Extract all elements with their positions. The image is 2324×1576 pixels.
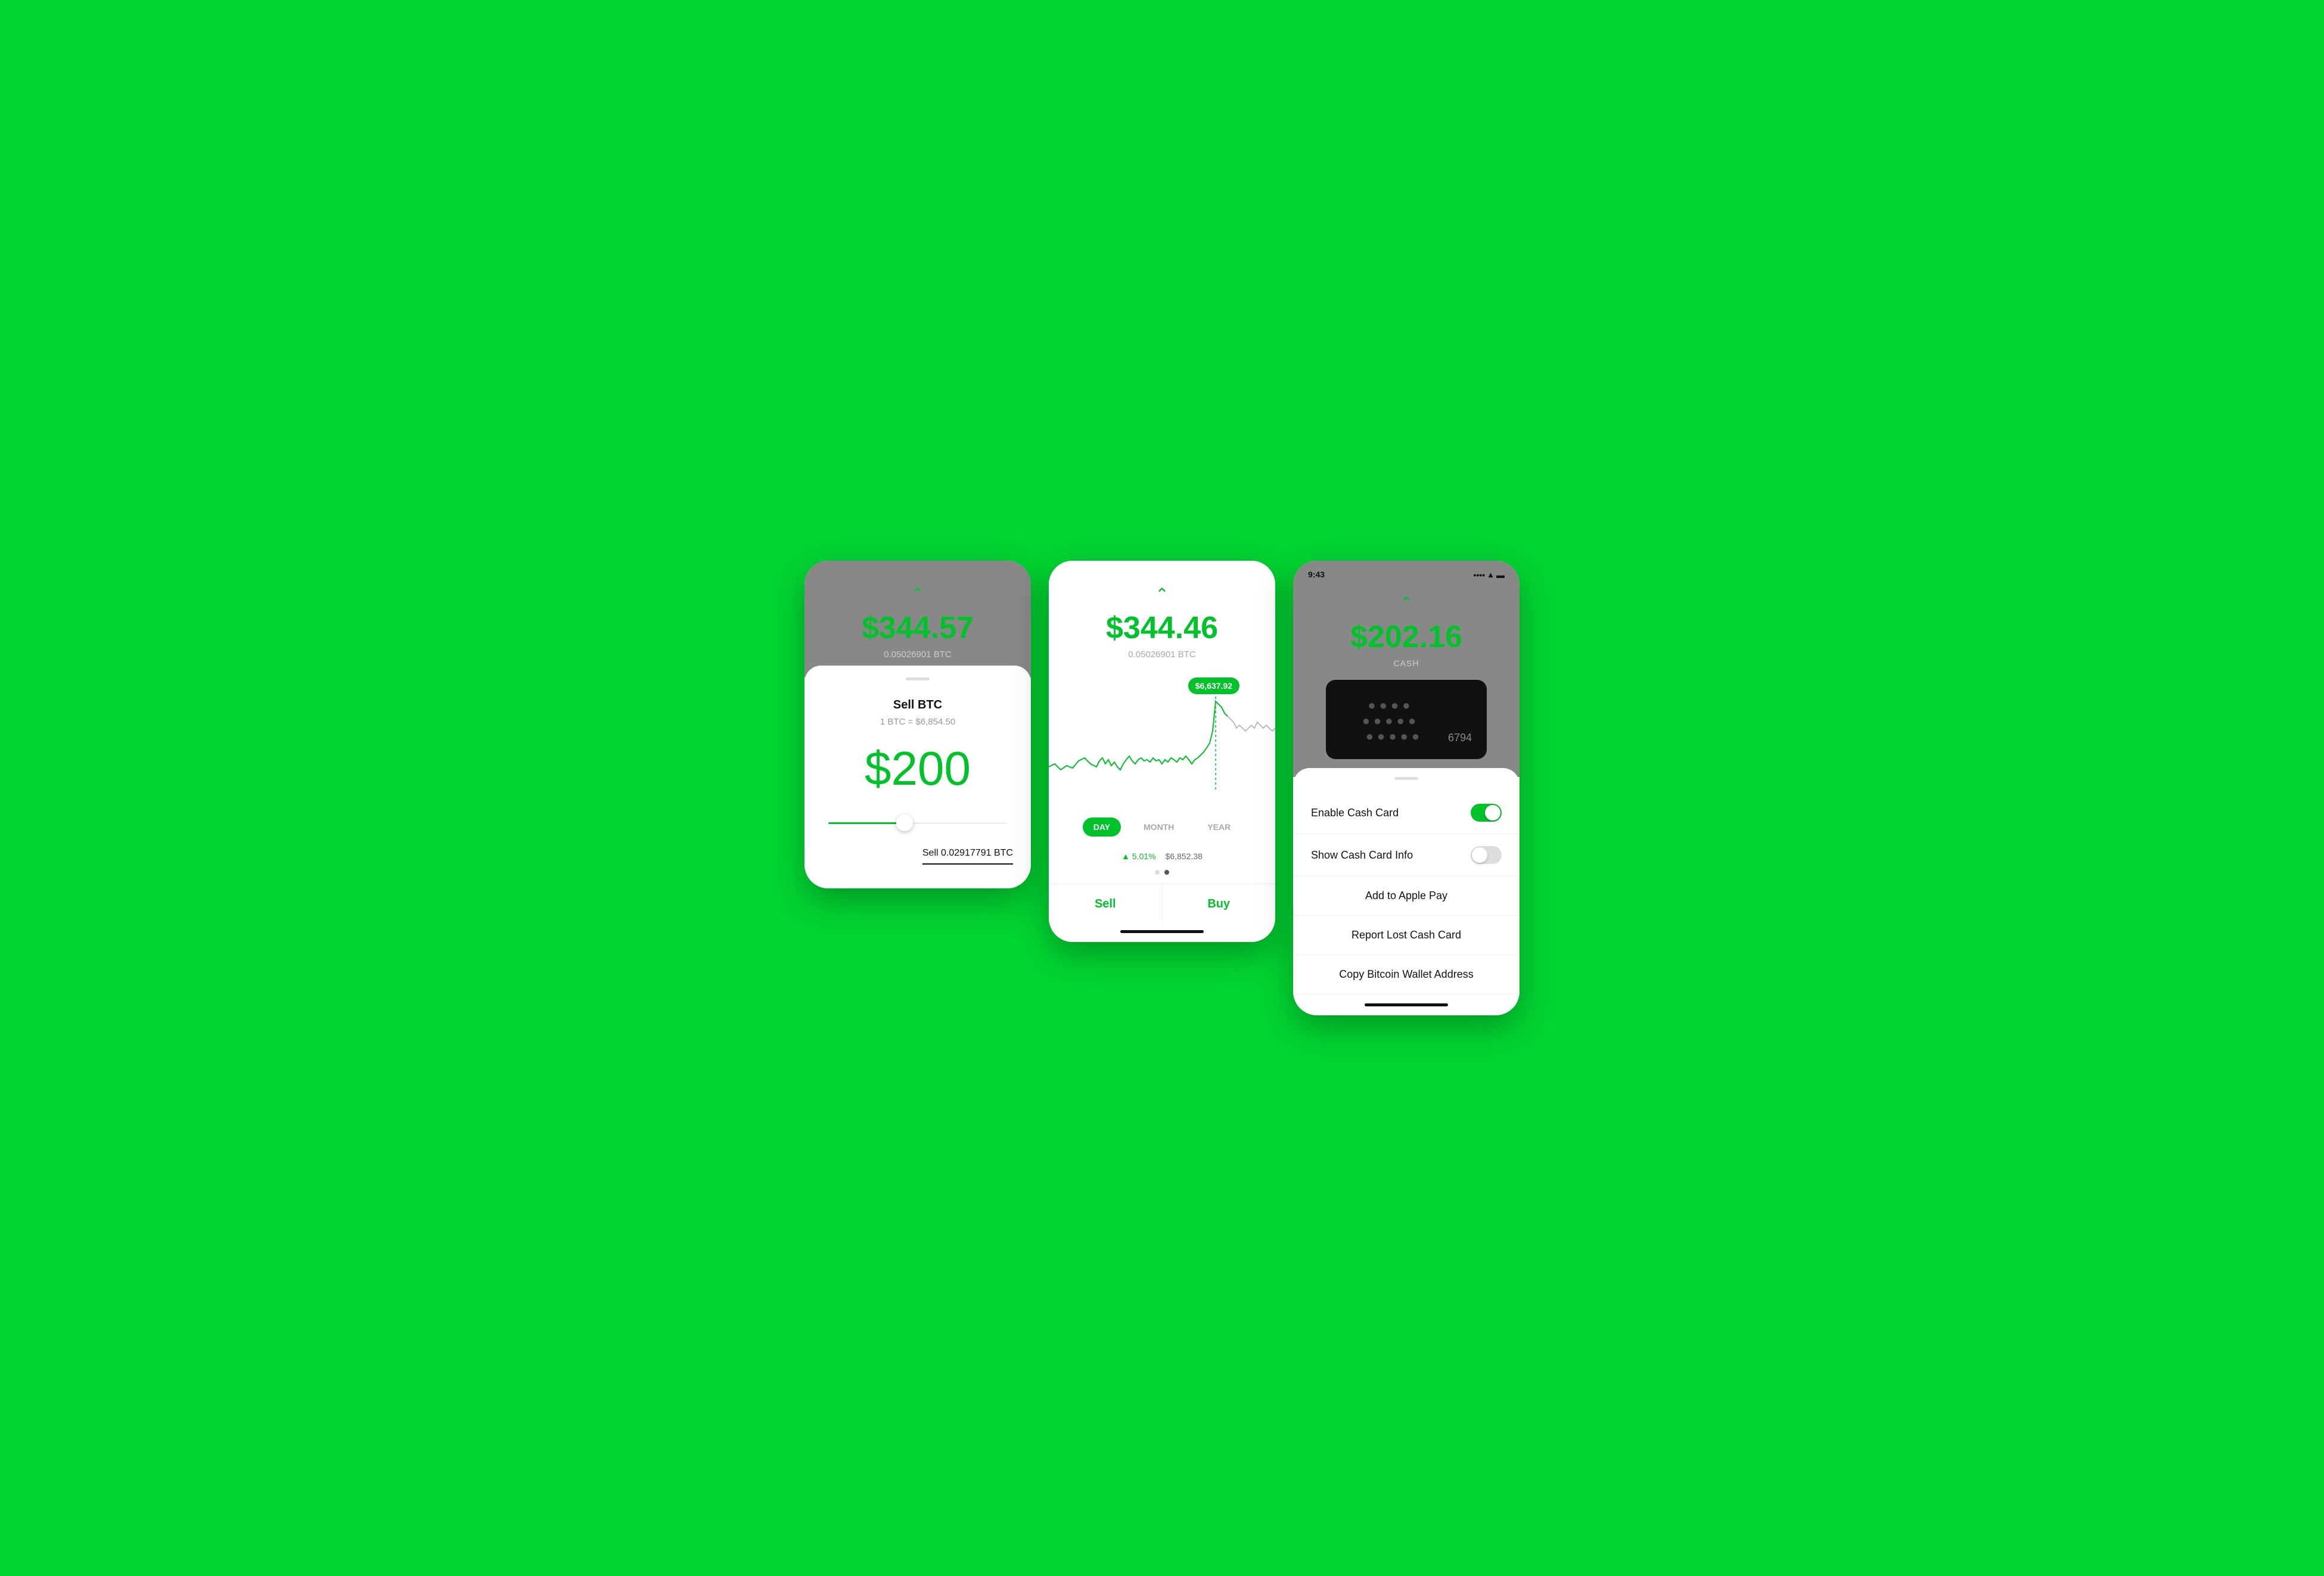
sell-title: Sell BTC [822, 698, 1013, 712]
wifi-icon: ▴ [1489, 570, 1493, 580]
amount-slider[interactable] [828, 822, 1007, 824]
chevron-up-icon[interactable]: ⌃ [822, 585, 1013, 604]
time-btn-day[interactable]: DAY [1083, 817, 1121, 837]
home-indicator [1365, 1003, 1448, 1006]
menu-action-report-lost[interactable]: Report Lost Cash Card [1293, 916, 1520, 955]
sheet-handle [906, 677, 930, 680]
card-last4: 6794 [1448, 732, 1472, 744]
page-dots [1049, 870, 1275, 884]
enable-cash-card-label: Enable Cash Card [1311, 807, 1399, 819]
cash-label: CASH [1311, 658, 1502, 668]
top-section-btc: ⌃ $344.57 0.05026901 BTC [804, 561, 1031, 677]
screens-container: ⌃ $344.57 0.05026901 BTC Sell BTC 1 BTC … [804, 561, 1520, 1015]
sell-rate: 1 BTC = $6,854.50 [822, 717, 1013, 727]
cash-card-visual: ●●●● ●●●●● ●●●●● 6794 [1326, 680, 1487, 759]
up-arrow-icon: ▲ [1121, 851, 1130, 861]
signal-icon: •••• [1473, 570, 1485, 580]
chart-tooltip: $6,637.92 [1188, 677, 1239, 694]
time-btn-year[interactable]: YEAR [1197, 817, 1241, 837]
toggle-thumb-on [1485, 805, 1500, 820]
status-icons: •••• ▴ ▬ [1473, 570, 1505, 580]
toggle-thumb-off [1472, 847, 1487, 863]
sheet-handle [1394, 777, 1418, 780]
action-buttons: Sell Buy [1049, 884, 1275, 924]
dot-1 [1155, 870, 1160, 875]
cash-amount-display: $202.16 [1311, 619, 1502, 655]
status-bar: 9:43 •••• ▴ ▬ [1293, 570, 1520, 580]
status-time: 9:43 [1308, 570, 1325, 580]
screen-btc-chart: ⌃ $344.46 0.05026901 BTC $6,637.92 DAY M… [1049, 561, 1275, 942]
stat-percent: ▲ 5.01% [1121, 851, 1156, 861]
menu-item-enable: Enable Cash Card [1293, 792, 1520, 834]
show-cash-card-info-label: Show Cash Card Info [1311, 849, 1413, 862]
time-selector: DAY MONTH YEAR [1049, 809, 1275, 845]
cash-card-bottom-sheet: Enable Cash Card Show Cash Card Info Add… [1293, 768, 1520, 1006]
chevron-up-icon[interactable]: ⌃ [1067, 585, 1257, 604]
screen-cash-card: 9:43 •••• ▴ ▬ ⌃ $202.16 CASH ●●●● ●●●●● … [1293, 561, 1520, 1015]
dot-2 [1164, 870, 1169, 875]
menu-action-apple-pay[interactable]: Add to Apple Pay [1293, 876, 1520, 916]
sell-bottom-sheet: Sell BTC 1 BTC = $6,854.50 $200 Sell 0.0… [804, 666, 1031, 888]
chevron-up-icon[interactable]: ⌃ [1311, 593, 1502, 613]
btc-chart-amount: 0.05026901 BTC [1067, 649, 1257, 660]
screen-sell-btc: ⌃ $344.57 0.05026901 BTC Sell BTC 1 BTC … [804, 561, 1031, 888]
btc-chart-price: $344.46 [1067, 610, 1257, 646]
buy-button[interactable]: Buy [1163, 884, 1276, 924]
enable-cash-card-toggle[interactable] [1471, 804, 1502, 822]
stat-price: $6,852.38 [1166, 851, 1203, 861]
menu-action-copy-bitcoin[interactable]: Copy Bitcoin Wallet Address [1293, 955, 1520, 994]
add-to-apple-pay-label: Add to Apple Pay [1365, 890, 1447, 902]
show-cash-card-info-toggle[interactable] [1471, 846, 1502, 864]
chart-top-section: ⌃ $344.46 0.05026901 BTC [1049, 561, 1275, 672]
sell-btc-label: Sell 0.02917791 BTC [922, 848, 1013, 865]
copy-bitcoin-label: Copy Bitcoin Wallet Address [1339, 968, 1473, 980]
time-btn-month[interactable]: MONTH [1133, 817, 1185, 837]
battery-icon: ▬ [1496, 570, 1505, 580]
price-chart [1049, 672, 1275, 803]
slider-thumb[interactable] [896, 815, 913, 831]
card-dots: ●●●● ●●●●● ●●●●● [1341, 698, 1448, 744]
report-lost-label: Report Lost Cash Card [1351, 929, 1461, 941]
chart-area: $6,637.92 [1049, 672, 1275, 809]
slider-fill [828, 822, 900, 824]
sell-button[interactable]: Sell [1049, 884, 1163, 924]
home-indicator [1120, 930, 1204, 933]
btc-amount-display: 0.05026901 BTC [822, 649, 1013, 660]
chart-stats: ▲ 5.01% $6,852.38 [1049, 845, 1275, 870]
cash-card-top: 9:43 •••• ▴ ▬ ⌃ $202.16 CASH ●●●● ●●●●● … [1293, 561, 1520, 777]
btc-price-display: $344.57 [822, 610, 1013, 646]
sell-amount: $200 [822, 745, 1013, 792]
slider-track [828, 822, 1007, 824]
menu-item-show-info: Show Cash Card Info [1293, 834, 1520, 876]
